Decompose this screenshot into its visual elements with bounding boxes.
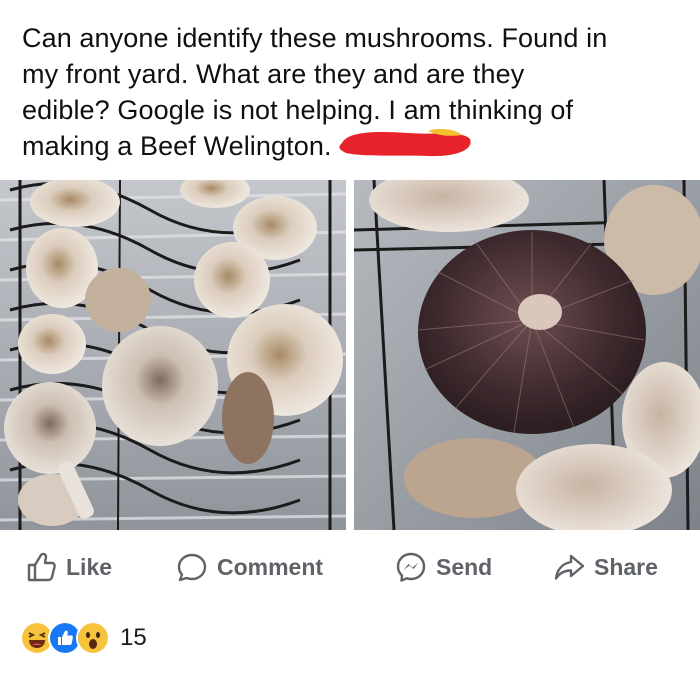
post-text-line-3: edible? Google is not helping. I am thin… [22,95,574,125]
mushroom-photo-right[interactable] [354,180,700,530]
redaction-scribble [338,128,474,157]
post-text-line-2: my front yard. What are they and are the… [22,59,525,89]
wow-reaction-icon [76,621,110,655]
thumbs-up-icon [27,552,56,582]
post-text-line-1: Can anyone identify these mushrooms. Fou… [22,23,608,53]
reaction-summary[interactable]: 15 [20,616,147,660]
send-button[interactable]: Send [394,545,492,589]
comment-bubble-icon [177,553,207,582]
like-button[interactable]: Like [24,545,112,589]
send-label: Send [436,553,493,580]
photo-gallery[interactable] [0,180,700,530]
post-actions-bar: Like Comment Send Share [0,545,700,589]
messenger-icon [396,552,426,582]
share-label: Share [594,553,658,580]
comment-label: Comment [217,553,324,580]
post-text-line-4: making a Beef Welington. [22,128,682,164]
reaction-count: 15 [120,624,147,651]
share-arrow-icon [554,554,585,580]
like-label: Like [66,553,113,580]
comment-button[interactable]: Comment [175,545,323,589]
post-text: Can anyone identify these mushrooms. Fou… [22,20,682,164]
mushroom-photo-left[interactable] [0,180,346,530]
share-button[interactable]: Share [552,545,658,589]
